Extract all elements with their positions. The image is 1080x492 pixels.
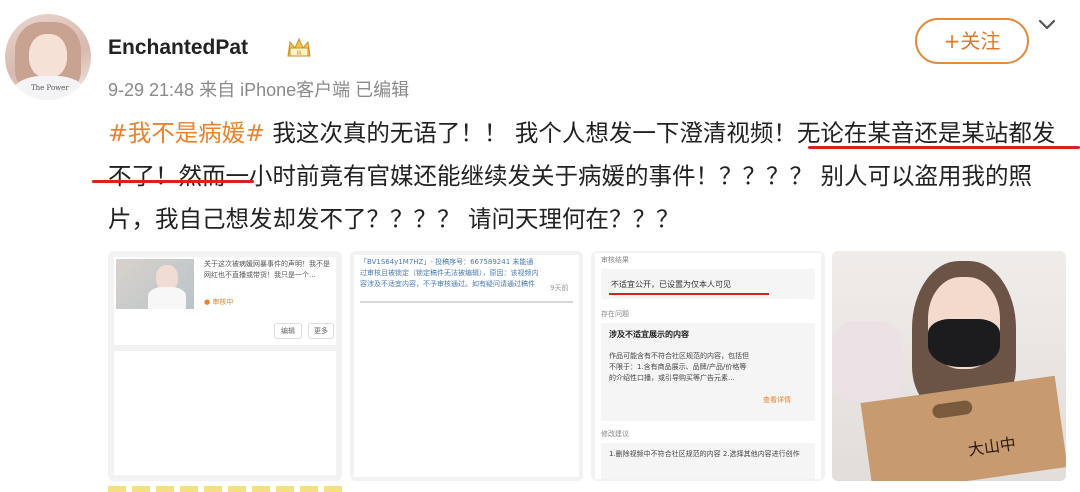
review-status-text: 审核中 (212, 298, 234, 306)
author-name[interactable]: EnchantedPat (108, 36, 248, 60)
review-result-card: 审核结果 不适宜公开，已设置为仅本人可见 存在问题 涉及不适宜展示的内容 作品可… (595, 253, 821, 479)
chevron-down-icon[interactable] (1032, 10, 1062, 40)
author-avatar[interactable]: The Power (5, 14, 91, 100)
video-card: 关于这次被病媛网暴事件的声明！我不是网红也不直播或带货！我只是一个... ● 审… (114, 257, 336, 345)
post-image-4[interactable]: 大山中 (832, 251, 1066, 481)
red-underline-2 (92, 180, 254, 183)
bag-text: 大山中 (966, 433, 1018, 460)
red-underline-1 (808, 146, 1080, 149)
video-caption: 关于这次被病媛网暴事件的声明！我不是网红也不直播或带货！我只是一个... (204, 260, 330, 279)
issue-body: 作品可能含有不符合社区规范的内容，包括但不限于：1.含有商品展示、品牌/产品/价… (609, 352, 749, 382)
notice-time: 9天前 (550, 284, 569, 292)
issue-title: 涉及不适宜展示的内容 (609, 330, 689, 339)
review-status: ● 审核中 (204, 298, 234, 306)
suggest-header: 修改建议 (601, 430, 629, 438)
result-underline (609, 293, 769, 295)
next-row-hint (108, 486, 342, 492)
divider (360, 301, 573, 303)
follow-button[interactable]: +关注 (915, 18, 1029, 64)
photo-mask (928, 319, 1000, 367)
notice-text: 「BV1S64y1M7HZ」- 投稿序号：667589241 未能通过审核且被锁… (360, 258, 539, 288)
edit-button[interactable]: 编辑 (274, 323, 302, 339)
post-text: #我不是病媛# 我这次真的无语了！！ 我个人想发一下澄清视频！无论在某音还是某站… (108, 112, 1068, 241)
avatar-shirt: The Power (13, 76, 85, 100)
hashtag-link[interactable]: #我不是病媛# (108, 119, 265, 147)
issue-header: 存在问题 (601, 310, 629, 318)
more-button[interactable]: 更多 (308, 323, 334, 339)
vip-badge-icon: III (287, 37, 311, 57)
issue-box: 涉及不适宜展示的内容 作品可能含有不符合社区规范的内容，包括但不限于：1.含有商… (601, 323, 815, 421)
svg-text:III: III (296, 50, 302, 57)
result-header: 审核结果 (601, 256, 629, 264)
avatar-face (29, 34, 67, 78)
empty-card (114, 351, 336, 475)
post-meta: 9-29 21:48 来自 iPhone客户端 已编辑 (108, 80, 410, 100)
photo-pillow (832, 321, 902, 401)
result-text: 不适宜公开，已设置为仅本人可见 (611, 280, 731, 289)
view-detail-link[interactable]: 查看详情 (763, 395, 791, 406)
result-box: 不适宜公开，已设置为仅本人可见 (601, 269, 815, 299)
suggest-box: 1.删除视频中不符合社区规范的内容 2.选择其他内容进行创作 (601, 443, 815, 479)
video-thumbnail (116, 259, 194, 309)
suggest-body: 1.删除视频中不符合社区规范的内容 2.选择其他内容进行创作 (609, 450, 800, 458)
post-image-2[interactable]: 「BV1S64y1M7HZ」- 投稿序号：667589241 未能通过审核且被锁… (350, 251, 583, 481)
avatar-shirt-text: The Power (31, 84, 69, 92)
post-image-1[interactable]: 关于这次被病媛网暴事件的声明！我不是网红也不直播或带货！我只是一个... ● 审… (108, 251, 342, 481)
post-image-3[interactable]: 审核结果 不适宜公开，已设置为仅本人可见 存在问题 涉及不适宜展示的内容 作品可… (591, 251, 825, 481)
notice-card: 「BV1S64y1M7HZ」- 投稿序号：667589241 未能通过审核且被锁… (354, 255, 579, 477)
